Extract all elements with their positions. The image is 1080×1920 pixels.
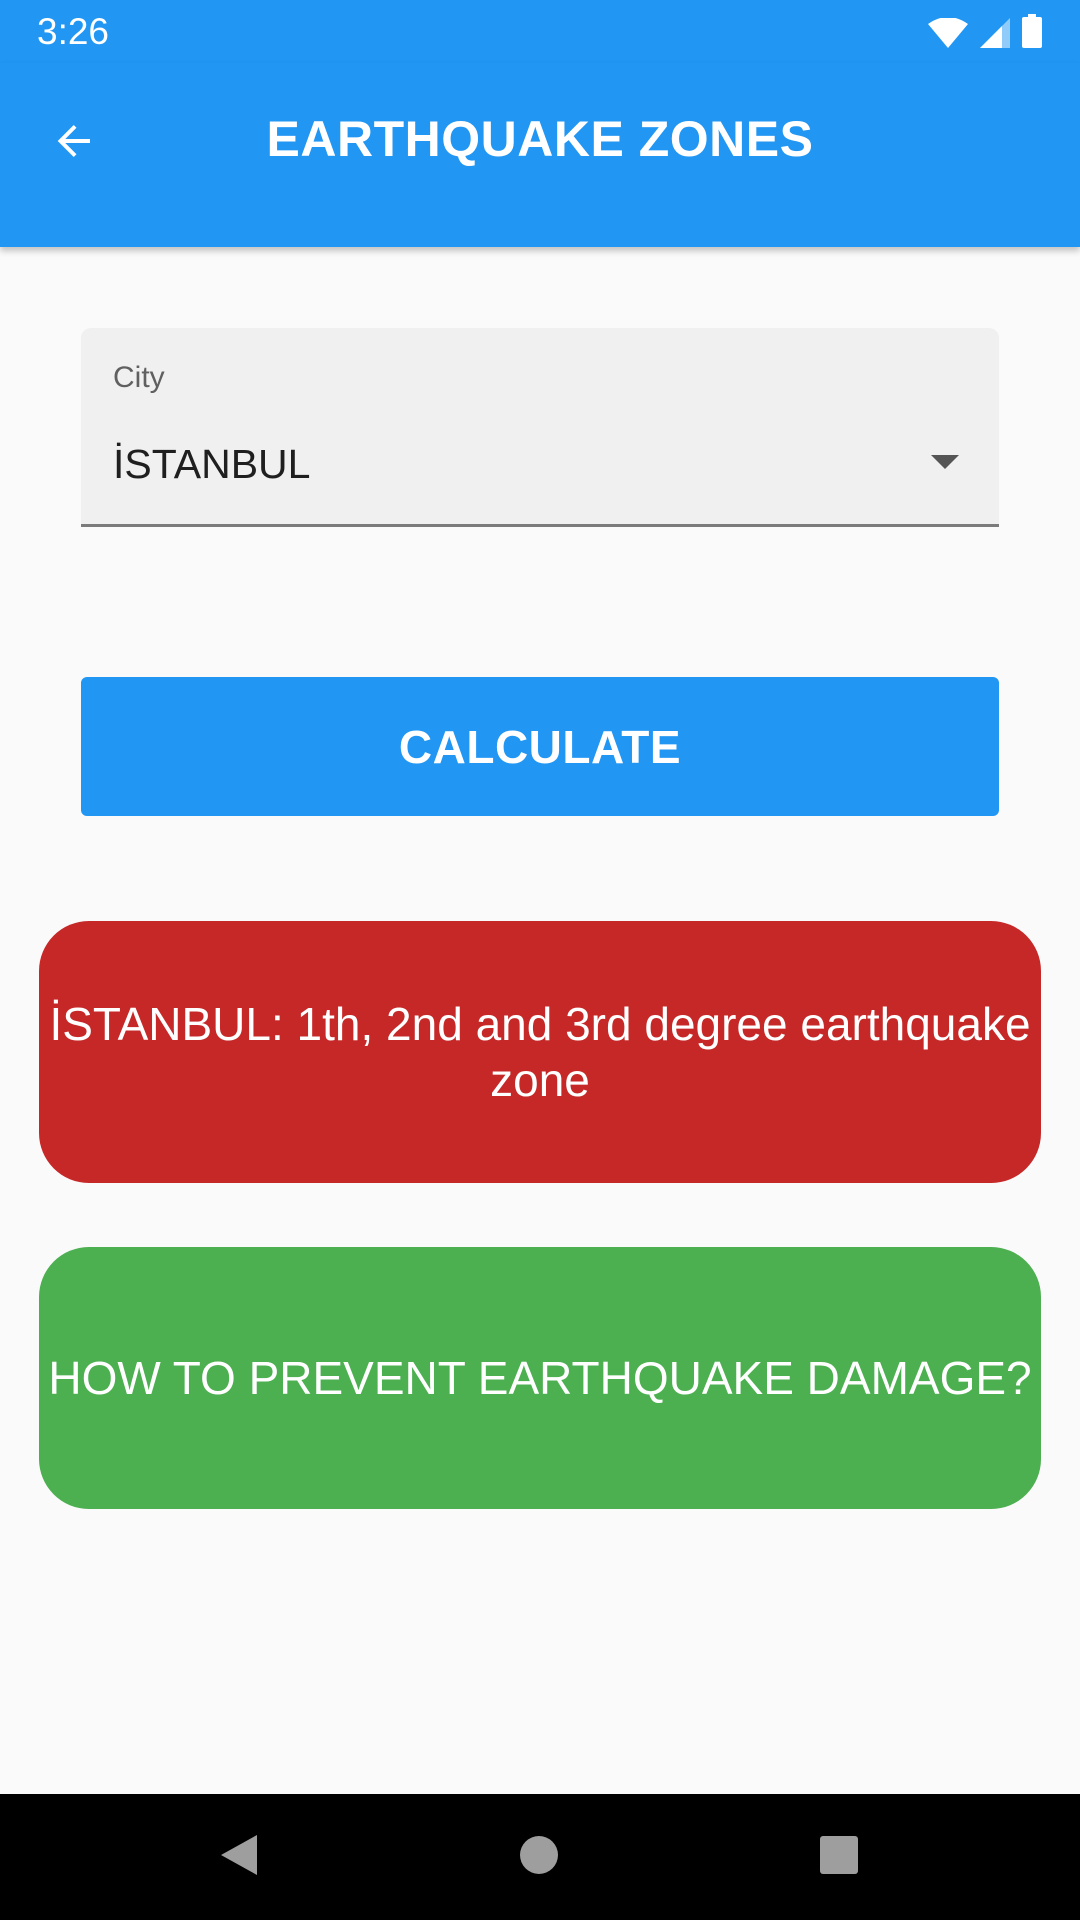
status-bar: 3:26 (0, 0, 1080, 63)
recents-square-icon (819, 1835, 859, 1880)
page-title: EARTHQUAKE ZONES (266, 111, 814, 167)
battery-icon (1022, 14, 1042, 48)
nav-recents-button[interactable] (806, 1824, 872, 1890)
caret-down-icon (931, 455, 959, 469)
city-dropdown[interactable]: City İSTANBUL (81, 328, 999, 527)
system-nav-bar (0, 1794, 1080, 1920)
back-triangle-icon (217, 1831, 261, 1884)
nav-home-button[interactable] (506, 1824, 572, 1890)
app-bar: EARTHQUAKE ZONES (0, 63, 1080, 247)
result-text: İSTANBUL: 1th, 2nd and 3rd degree earthq… (49, 998, 1031, 1106)
home-circle-icon (519, 1835, 559, 1880)
calculate-button[interactable]: CALCULATE (81, 677, 999, 816)
city-selected-value: İSTANBUL (113, 441, 311, 487)
city-label: City (113, 361, 165, 394)
status-time: 3:26 (37, 11, 110, 52)
prevent-damage-button[interactable]: HOW TO PREVENT EARTHQUAKE DAMAGE? (39, 1247, 1041, 1509)
result-card: İSTANBUL: 1th, 2nd and 3rd degree earthq… (39, 921, 1041, 1183)
status-icons (928, 14, 1042, 48)
prevent-damage-label: HOW TO PREVENT EARTHQUAKE DAMAGE? (48, 1352, 1032, 1404)
screen: 3:26 EARTHQUAKE ZONES City İSTANBUL CALC… (0, 0, 1080, 1920)
signal-icon (980, 18, 1010, 48)
wifi-icon (928, 18, 968, 48)
nav-back-button[interactable] (206, 1824, 272, 1890)
